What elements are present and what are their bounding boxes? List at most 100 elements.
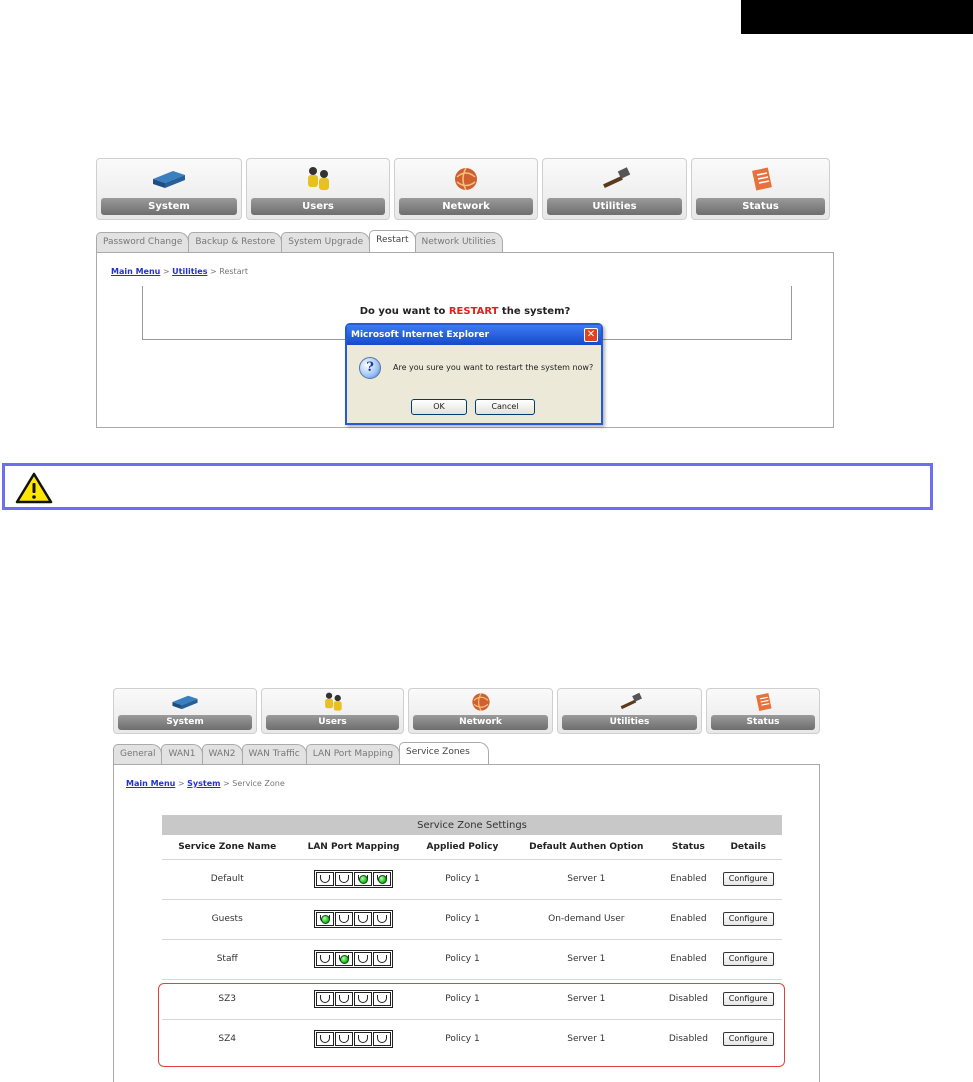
lan-port-2: [335, 911, 354, 926]
status-icon: [751, 167, 772, 191]
port-group: [314, 869, 394, 888]
configure-button[interactable]: Configure: [722, 952, 774, 966]
nav-users[interactable]: Users: [261, 688, 404, 734]
breadcrumb-current: Restart: [219, 267, 249, 276]
col-header-authen: Default Authen Option: [510, 835, 663, 859]
utilities-tabs: Password Change Backup & Restore System …: [96, 230, 503, 252]
dialog-title: Microsoft Internet Explorer: [351, 330, 490, 340]
configure-button[interactable]: Configure: [722, 992, 774, 1006]
nav-network[interactable]: Network: [408, 688, 553, 734]
tab-lan-port-mapping[interactable]: LAN Port Mapping: [305, 744, 401, 764]
configure-button[interactable]: Configure: [722, 912, 774, 926]
default-authen-option: Server 1: [510, 938, 663, 979]
port-active-indicator: [321, 914, 331, 924]
nav-status[interactable]: Status: [691, 158, 830, 220]
hammer-icon: [602, 167, 630, 189]
applied-policy: Policy 1: [414, 938, 511, 979]
service-zones-panel: Main Menu > System > Service Zone Servic…: [113, 764, 820, 1082]
lan-port-3: [354, 911, 373, 926]
configure-button[interactable]: Configure: [722, 1032, 774, 1047]
nav-status[interactable]: Status: [706, 688, 820, 734]
nav-users[interactable]: Users: [246, 158, 390, 220]
lan-port-4-mapped: [373, 871, 392, 886]
breadcrumb-utilities[interactable]: Utilities: [172, 267, 207, 276]
service-zones-screenshot: System Users Network Utilities Status Ge…: [113, 688, 825, 1082]
breadcrumb-main-menu[interactable]: Main Menu: [111, 267, 160, 276]
breadcrumb-current: Service Zone: [232, 779, 285, 788]
tab-service-zones[interactable]: Service Zones: [399, 742, 490, 764]
tab-network-utilities[interactable]: Network Utilities: [414, 232, 503, 252]
dialog-message: Are you sure you want to restart the sys…: [393, 363, 594, 372]
details-cell: Configure: [714, 938, 782, 979]
question-suffix: the system?: [498, 306, 571, 317]
breadcrumb-sep: >: [220, 779, 233, 788]
breadcrumb-main-menu[interactable]: Main Menu: [126, 779, 175, 788]
nav-network[interactable]: Network: [394, 158, 538, 220]
table-row: Default Policy 1 Server 1 Enabled Config…: [162, 858, 782, 899]
tab-wan-traffic[interactable]: WAN Traffic: [241, 744, 307, 764]
port-active-indicator: [340, 954, 350, 964]
applied-policy: Policy 1: [414, 1018, 511, 1059]
lan-port-mapping: [292, 858, 415, 899]
lan-port-mapping: [292, 1018, 415, 1059]
lan-port-4: [373, 951, 392, 966]
system-tabs: General WAN1 WAN2 WAN Traffic LAN Port M…: [113, 742, 490, 764]
question-restart-word: RESTART: [448, 306, 499, 317]
service-zone-table: Service Zone Settings Service Zone Name …: [162, 815, 782, 1059]
details-cell: Configure: [714, 898, 782, 939]
zone-status: Enabled: [662, 858, 715, 899]
default-authen-option: Server 1: [510, 858, 663, 899]
question-prefix: Do you want to: [359, 306, 449, 317]
breadcrumb-sep: >: [175, 779, 188, 788]
lan-port-4: [373, 911, 392, 926]
lan-port-4: [373, 991, 392, 1006]
nav-utilities[interactable]: Utilities: [542, 158, 687, 220]
nav-system[interactable]: System: [113, 688, 257, 734]
restart-screenshot: System Users Network Utilities Status Pa…: [96, 158, 834, 428]
lan-port-mapping: [292, 938, 415, 979]
nav-status-label: Status: [711, 715, 815, 730]
question-icon: ?: [359, 357, 381, 379]
nav-system-label: System: [118, 715, 252, 730]
nav-network-label: Network: [399, 198, 533, 215]
cancel-button[interactable]: Cancel: [475, 399, 535, 415]
port-active-indicator: [378, 874, 388, 884]
col-header-policy: Applied Policy: [414, 835, 511, 859]
tab-restart[interactable]: Restart: [369, 230, 416, 252]
table-row: Staff Policy 1 Server 1 Enabled Configur…: [162, 938, 782, 979]
table-caption: Service Zone Settings: [162, 815, 782, 835]
tab-backup-restore[interactable]: Backup & Restore: [188, 232, 283, 252]
nav-utilities-label: Utilities: [562, 715, 697, 730]
lan-port-2-mapped: [335, 951, 354, 966]
table-row: Guests Policy 1 On-demand User Enabled C…: [162, 898, 782, 939]
zone-name: Default: [162, 858, 293, 899]
lan-port-1-mapped: [316, 911, 335, 926]
col-header-status: Status: [662, 835, 715, 859]
nav-system[interactable]: System: [96, 158, 242, 220]
port-group: [314, 909, 394, 928]
default-authen-option: Server 1: [510, 978, 663, 1019]
globe-icon: [471, 693, 490, 711]
zone-status: Enabled: [662, 898, 715, 939]
tab-wan2[interactable]: WAN2: [201, 744, 243, 764]
breadcrumb-system[interactable]: System: [187, 779, 220, 788]
warning-triangle-icon: [15, 472, 53, 504]
breadcrumb-sep: >: [160, 267, 173, 276]
zone-name: Guests: [162, 898, 293, 939]
tab-system-upgrade[interactable]: System Upgrade: [281, 232, 371, 252]
close-icon[interactable]: ✕: [584, 328, 598, 342]
tab-general[interactable]: General: [113, 744, 163, 764]
tab-password-change[interactable]: Password Change: [96, 232, 190, 252]
lan-port-1: [316, 991, 335, 1006]
main-nav: System Users Network Utilities Status: [96, 158, 830, 220]
status-icon: [756, 693, 772, 711]
switch-icon: [172, 695, 198, 710]
warning-bar: [2, 463, 933, 510]
details-cell: Configure: [714, 1018, 782, 1059]
nav-utilities[interactable]: Utilities: [557, 688, 702, 734]
tab-wan1[interactable]: WAN1: [161, 744, 203, 764]
zone-name: SZ3: [162, 978, 293, 1019]
breadcrumb-sep: >: [207, 267, 220, 276]
ok-button[interactable]: OK: [411, 399, 467, 415]
configure-button[interactable]: Configure: [722, 872, 774, 886]
